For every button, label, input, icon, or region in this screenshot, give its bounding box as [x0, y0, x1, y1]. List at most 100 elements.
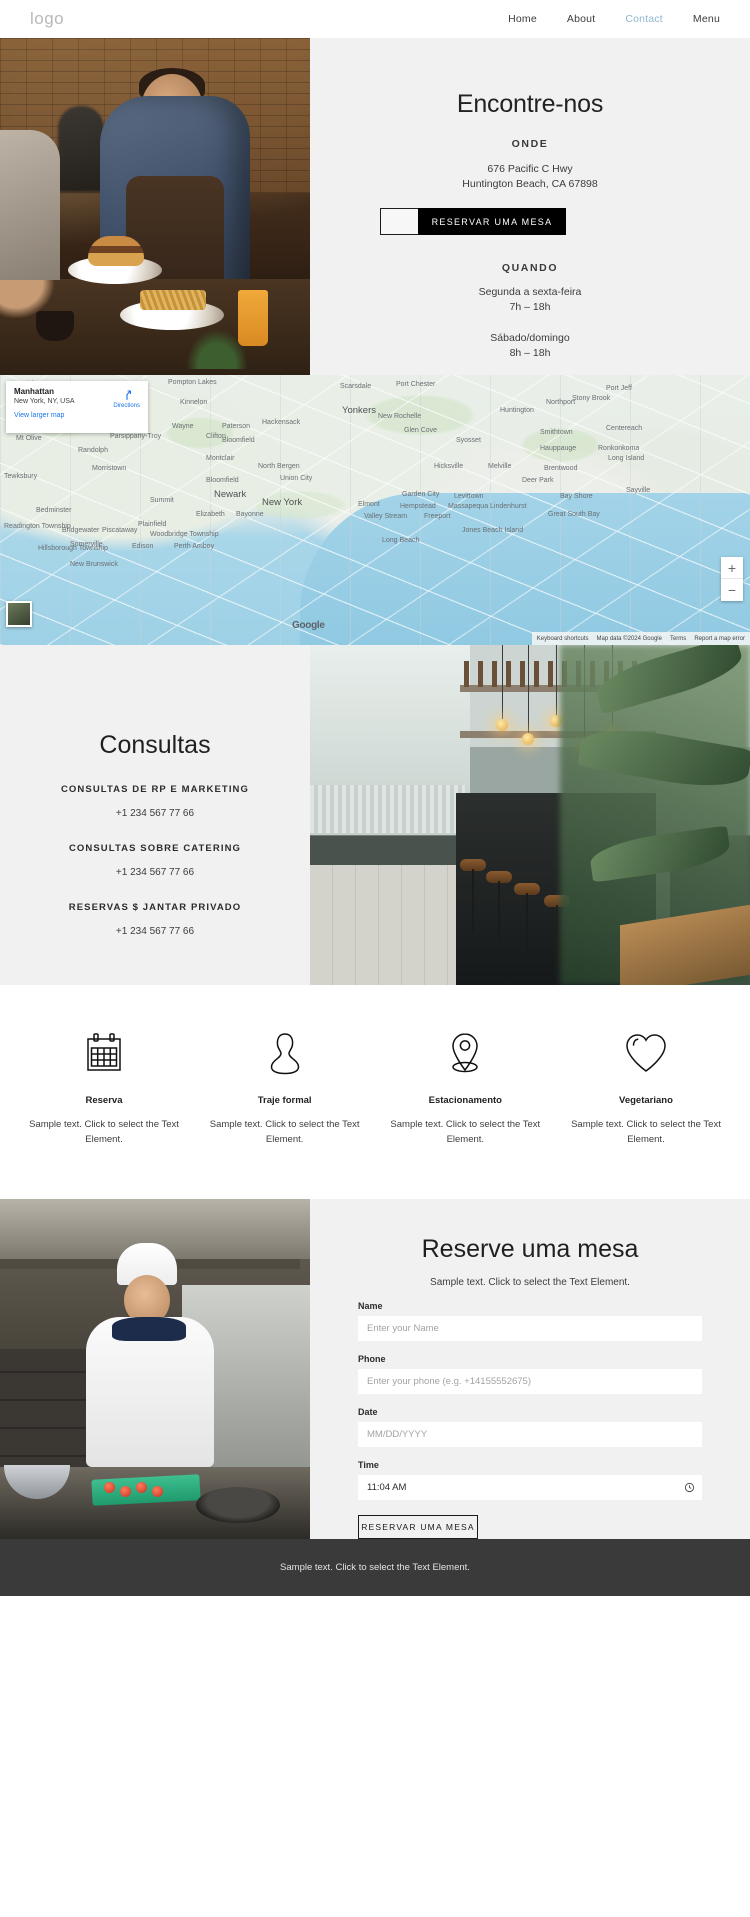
consultas-phone-marketing[interactable]: +1 234 567 77 66	[116, 808, 194, 819]
hero-weekday-label: Segunda a sexta-feira	[478, 286, 582, 298]
map-label: Brentwood	[544, 465, 578, 472]
map-label: Glen Cove	[404, 427, 438, 434]
map-zoom-controls: + −	[721, 557, 743, 601]
zoom-in-button[interactable]: +	[721, 557, 743, 579]
phone-input[interactable]	[358, 1369, 702, 1394]
field-phone: Phone	[358, 1354, 702, 1394]
map-label: Wayne	[172, 423, 194, 430]
feature-title: Estacionamento	[428, 1095, 502, 1106]
map-label: Scarsdale	[340, 383, 372, 390]
map-label: Bayonne	[236, 511, 264, 518]
hero-where-label: ONDE	[511, 138, 549, 150]
map-label: Smithtown	[540, 429, 573, 436]
footer-text: Sample text. Click to select the Text El…	[280, 1562, 470, 1573]
hero-info-panel: Encontre-nos ONDE 676 Pacific C Hwy Hunt…	[310, 38, 750, 375]
consultas-section: Consultas CONSULTAS DE RP E MARKETING +1…	[0, 645, 750, 985]
zoom-out-button[interactable]: −	[721, 579, 743, 601]
field-date: Date	[358, 1407, 702, 1447]
map-label: Stony Brook	[572, 395, 611, 402]
nav-item-home[interactable]: Home	[508, 13, 537, 25]
main-navigation: Home About Contact Menu	[508, 13, 720, 25]
map-label: Randolph	[78, 447, 108, 454]
hero-when-label: QUANDO	[501, 262, 559, 274]
consultas-heading-catering: CONSULTAS SOBRE CATERING	[68, 843, 242, 854]
map-label: Ronkonkoma	[598, 445, 640, 452]
directions-icon	[113, 389, 140, 401]
features-section: Reserva Sample text. Click to select the…	[0, 985, 750, 1199]
name-label: Name	[358, 1301, 383, 1311]
reserve-section: Reserve uma mesa Sample text. Click to s…	[0, 1199, 750, 1539]
feature-text: Sample text. Click to select the Text El…	[571, 1119, 721, 1145]
name-input[interactable]	[358, 1316, 702, 1341]
map-label: Summit	[150, 497, 174, 504]
map-place-card[interactable]: Manhattan New York, NY, USA View larger …	[6, 381, 148, 433]
feature-text: Sample text. Click to select the Text El…	[209, 1119, 360, 1145]
feature-vegetariano: Vegetariano Sample text. Click to select…	[560, 1027, 732, 1147]
site-footer: Sample text. Click to select the Text El…	[0, 1539, 750, 1596]
page-root: logo Home About Contact Menu Encontre-no…	[0, 0, 750, 1596]
map-label: North Bergen	[258, 463, 300, 470]
keyboard-shortcuts-link[interactable]: Keyboard shortcuts	[537, 636, 589, 642]
map-label: Levittown	[454, 493, 484, 500]
map-label: Centereach	[606, 425, 643, 432]
map-label: Woodbridge Township	[150, 531, 219, 538]
consultas-photo-interior	[310, 645, 750, 985]
map-label: Montclair	[206, 455, 235, 462]
map-label: Plainfield	[138, 521, 167, 528]
consultas-phone-catering[interactable]: +1 234 567 77 66	[116, 867, 194, 878]
map-label: Bay Shore	[560, 493, 593, 500]
hero-weekend-label: Sábado/domingo	[490, 332, 570, 344]
map-label: Lindenhurst	[490, 503, 527, 510]
phone-label: Phone	[358, 1354, 386, 1364]
map-label: Pompton Lakes	[168, 379, 217, 386]
time-input[interactable]	[358, 1475, 702, 1500]
feature-title: Reserva	[85, 1095, 123, 1106]
map-label: Hicksville	[434, 463, 464, 470]
date-label: Date	[358, 1407, 378, 1417]
hero-photo-waiter	[0, 38, 310, 375]
hero-weekend-time: 8h – 18h	[509, 347, 551, 359]
map-label: Elizabeth	[196, 511, 225, 518]
nav-item-menu[interactable]: Menu	[693, 13, 720, 25]
consultas-heading-private: RESERVAS $ JANTAR PRIVADO	[68, 902, 242, 913]
map-label: Somerville	[70, 541, 103, 548]
date-input[interactable]	[358, 1422, 702, 1447]
hero-address: 676 Pacific C Hwy Huntington Beach, CA 6…	[462, 162, 597, 192]
submit-reservation-button[interactable]: RESERVAR UMA MESA	[358, 1515, 478, 1539]
directions-button[interactable]: Directions	[113, 389, 140, 409]
map-label: Valley Stream	[364, 513, 408, 520]
nav-item-about[interactable]: About	[567, 13, 595, 25]
report-map-error-link[interactable]: Report a map error	[694, 636, 745, 642]
map-label: Piscataway	[102, 527, 138, 534]
hero-weekend-hours: Sábado/domingo 8h – 18h	[490, 331, 569, 361]
map-label: Port Chester	[396, 381, 436, 388]
street-view-thumbnail[interactable]	[6, 601, 32, 627]
map-label: Massapequa	[448, 503, 489, 510]
nav-item-contact[interactable]: Contact	[625, 13, 663, 25]
map-label: Yonkers	[342, 405, 376, 416]
hero-address-line1: 676 Pacific C Hwy	[487, 163, 573, 175]
hero-weekday-time: 7h – 18h	[509, 301, 551, 313]
map-label: Perth Amboy	[174, 543, 215, 550]
map-label: Great South Bay	[548, 511, 600, 518]
map-attribution-bar: Keyboard shortcuts Map data ©2024 Google…	[531, 632, 750, 645]
map-label: Hauppauge	[540, 445, 577, 452]
site-logo[interactable]: logo	[30, 9, 64, 29]
feature-text: Sample text. Click to select the Text El…	[390, 1119, 541, 1145]
google-map[interactable]: TownshipPompton LakesScarsdalePort Chest…	[0, 375, 750, 645]
map-label: Hempstead	[400, 503, 436, 510]
map-label: Edison	[132, 543, 154, 550]
consultas-phone-private[interactable]: +1 234 567 77 66	[116, 926, 194, 937]
map-label: Bridgewater	[62, 527, 100, 534]
reserve-subtitle: Sample text. Click to select the Text El…	[430, 1277, 630, 1288]
map-label: Long Island	[608, 455, 645, 462]
view-larger-map-link[interactable]: View larger map	[14, 412, 140, 419]
map-label: Kinnelon	[180, 399, 208, 406]
book-table-button[interactable]: RESERVAR UMA MESA	[418, 208, 566, 235]
terms-link[interactable]: Terms	[670, 636, 686, 642]
feature-traje-formal: Traje formal Sample text. Click to selec…	[199, 1027, 371, 1147]
map-label: Syosset	[456, 437, 481, 444]
map-label: Freeport	[424, 513, 451, 520]
feature-title: Vegetariano	[619, 1095, 673, 1106]
map-label: Bloomfield	[222, 437, 255, 444]
